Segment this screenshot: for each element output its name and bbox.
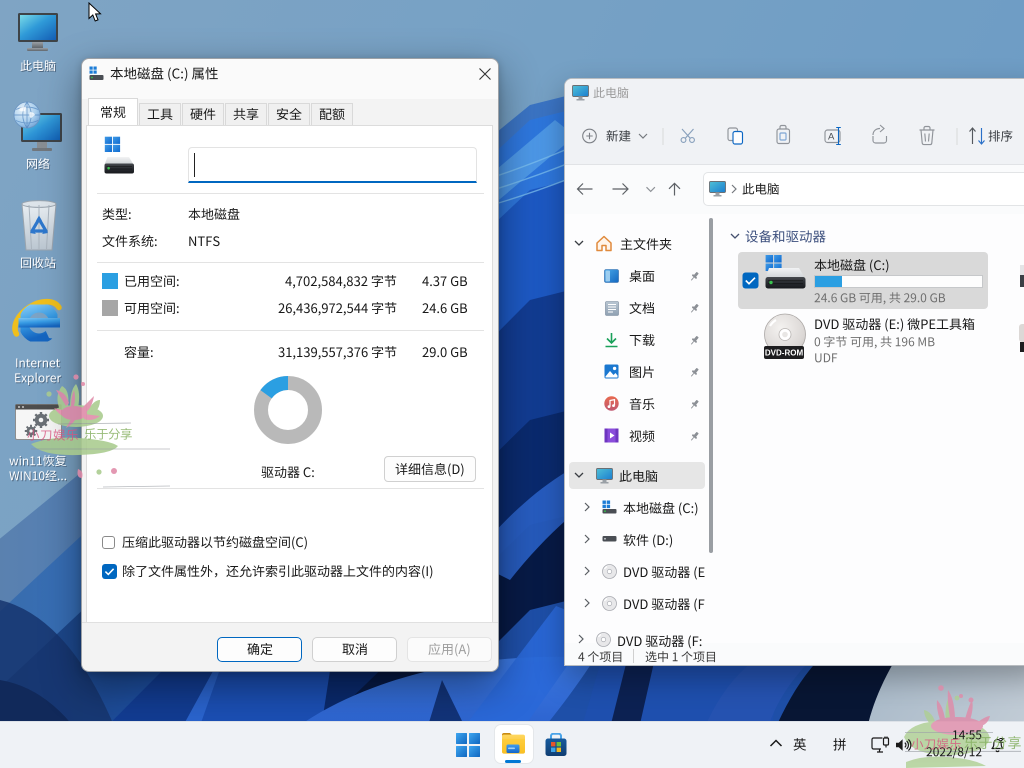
- svg-text:DVD-ROM: DVD-ROM: [765, 349, 804, 358]
- svg-text:A: A: [828, 132, 835, 143]
